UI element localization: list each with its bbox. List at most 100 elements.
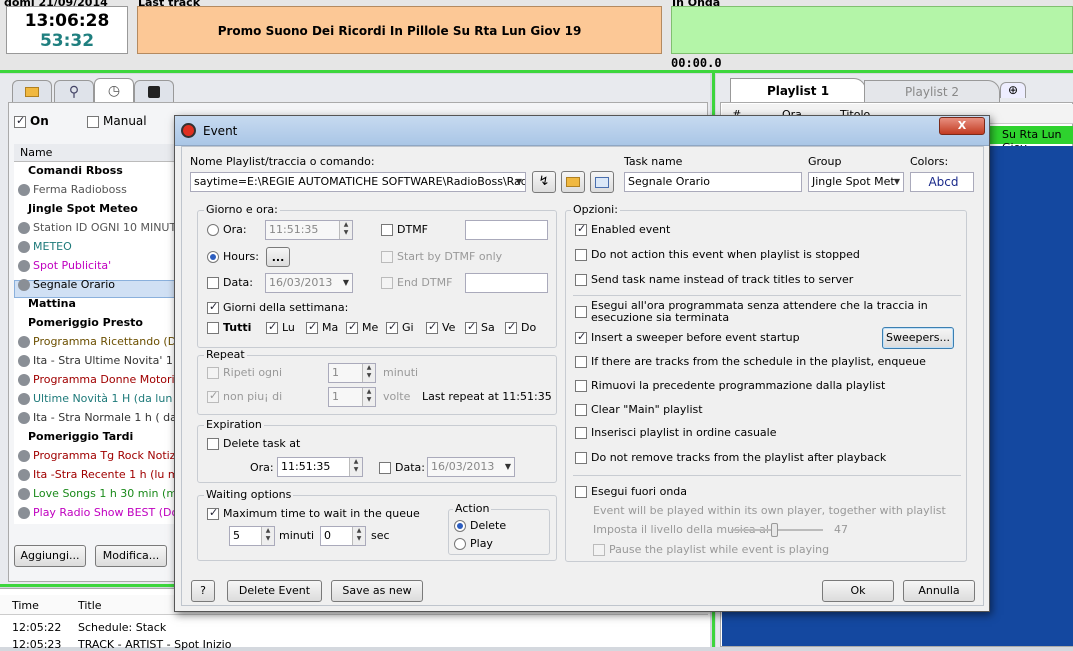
ok-button[interactable]: Ok [822,580,894,602]
day-checkbox-gi[interactable]: Gi [386,320,414,334]
close-button[interactable]: X [939,117,985,135]
time-column-header[interactable]: Time [12,599,39,612]
day-checkbox-do[interactable]: Do [505,320,536,334]
list-item[interactable]: Programma Donne Motori (Lu [18,373,194,386]
remove-previous-checkbox[interactable]: Rimuovi la precedente programmazione dal… [575,379,885,392]
day-checkbox-sa[interactable]: Sa [465,320,495,334]
list-item[interactable]: Ita - Stra Ultime Novita' 1 h [18,354,183,367]
expiration-data-checkbox[interactable]: Data: [379,461,425,474]
ora-radio[interactable]: Ora: [207,223,247,236]
save-as-new-button[interactable]: Save as new [331,580,423,602]
data-date-select[interactable]: 16/03/2013 ▼ [265,273,353,293]
day-checkbox-lu[interactable]: Lu [266,320,295,334]
add-playlist-tab[interactable]: ⊕ [1000,82,1026,98]
dtmf-checkbox[interactable]: DTMF [381,223,428,236]
list-item[interactable]: Spot Publicita' [18,259,111,272]
wait-seconds-input[interactable]: 0 ▲ ▼ [320,526,366,546]
list-group-header[interactable]: Jingle Spot Meteo [28,202,138,215]
no-more-than-checkbox[interactable]: non piu¡ di [207,389,282,403]
all-days-checkbox[interactable]: Tutti [207,321,251,334]
dtmf-input[interactable] [465,220,548,240]
off-air-checkbox[interactable]: Esegui fuori onda [575,485,687,498]
wait-minutes-input[interactable]: 5 ▲ ▼ [229,526,275,546]
list-item[interactable]: Station ID OGNI 10 MINUTI [18,221,179,234]
cancel-button[interactable]: Annulla [903,580,975,602]
play-radio[interactable]: Play [454,537,493,550]
list-item[interactable]: Programma Tg Rock Notizie [18,449,185,462]
expiration-time-input[interactable]: 11:51:35 ▲ ▼ [277,457,363,477]
tab-folder[interactable] [12,80,52,102]
repeat-every-input[interactable]: 1 ▲ ▼ [328,363,376,383]
music-level-slider[interactable] [771,523,779,537]
max-wait-checkbox[interactable]: Maximum time to wait in the queue [207,506,420,520]
manual-checkbox[interactable]: Manual [87,114,147,128]
tab-playlist-1[interactable]: Playlist 1 [730,78,866,102]
edit-button[interactable]: Modifica... [95,545,167,567]
on-checkbox[interactable]: On [14,114,49,128]
playlist-command-combo[interactable]: saytime=E:\REGIE AUTOMATICHE SOFTWARE\Ra… [190,172,526,192]
spin-arrows-icon[interactable]: ▲ ▼ [362,388,375,406]
random-order-checkbox[interactable]: Inserisci playlist in ordine casuale [575,426,776,439]
list-group-header[interactable]: Pomeriggio Presto [28,316,143,329]
list-item[interactable]: Ita - Stra Normale 1 h ( da lu [18,411,190,424]
tab-search[interactable]: ⚲ [54,80,94,102]
name-column-header[interactable]: Name [14,144,194,162]
delete-radio[interactable]: Delete [454,519,506,532]
day-checkbox-ve[interactable]: Ve [426,320,455,334]
spin-arrows-icon[interactable]: ▲ ▼ [339,221,352,239]
list-item[interactable]: METEO [18,240,72,253]
list-item[interactable]: Ultime Novità 1 H (da lun a [18,392,183,405]
tab-scheduler[interactable]: ◷ [94,78,134,103]
add-button[interactable]: Aggiungi... [14,545,86,567]
list-item[interactable]: Programma Ricettando (Dom [18,335,194,348]
end-dtmf-input[interactable] [465,273,548,293]
data-checkbox[interactable]: Data: [207,276,253,289]
do-not-remove-checkbox[interactable]: Do not remove tracks from the playlist a… [575,451,886,464]
delete-task-checkbox[interactable]: Delete task at [207,437,300,450]
list-item[interactable]: Play Radio Show BEST (Dom) [18,506,193,519]
help-button[interactable]: ? [191,580,215,602]
ora-time-input[interactable]: 11:51:35 ▲ ▼ [265,220,353,240]
tab-cart[interactable] [134,80,174,102]
repeat-every-checkbox[interactable]: Ripeti ogni [207,366,282,379]
start-dtmf-checkbox[interactable]: Start by DTMF only [381,250,502,263]
spin-arrows-icon[interactable]: ▲ ▼ [362,364,375,382]
list-item[interactable]: Segnale Orario [18,278,115,291]
delete-event-button[interactable]: Delete Event [227,580,322,602]
hours-radio[interactable]: Hours: [207,250,259,263]
sweepers-button[interactable]: Sweepers... [882,327,954,349]
enqueue-schedule-checkbox[interactable]: If there are tracks from the schedule in… [575,355,926,368]
list-item[interactable]: Ferma Radioboss [18,183,127,196]
colors-preview[interactable]: Abcd [910,172,974,192]
no-action-stopped-checkbox[interactable]: Do not action this event when playlist i… [575,248,860,261]
list-group-header[interactable]: Comandi Rboss [28,164,123,177]
tab-playlist-2[interactable]: Playlist 2 [864,80,1000,102]
day-checkbox-ma[interactable]: Ma [306,320,338,334]
list-item-label: Pomeriggio Tardi [28,430,134,443]
spin-arrows-icon[interactable]: ▲ ▼ [352,527,365,545]
hours-picker-button[interactable]: ... [266,247,290,267]
list-button[interactable] [590,171,614,193]
list-group-header[interactable]: Pomeriggio Tardi [28,430,133,443]
day-checkbox-me[interactable]: Me [346,320,378,334]
weekdays-checkbox[interactable]: Giorni della settimana: [207,300,348,314]
task-name-input[interactable]: Segnale Orario [624,172,802,192]
run-immediately-checkbox[interactable]: Esegui all'ora programmata senza attende… [575,300,965,324]
end-dtmf-checkbox[interactable]: End DTMF [381,276,452,289]
pause-playlist-checkbox[interactable]: Pause the playlist while event is playin… [593,543,829,556]
title-column-header[interactable]: Title [78,599,102,612]
browse-folder-button[interactable] [561,171,585,193]
list-item[interactable]: Ita -Stra Recente 1 h (lu mer [18,468,190,481]
insert-sweeper-checkbox[interactable]: Insert a sweeper before event startup [575,330,800,344]
expiration-date-select[interactable]: 16/03/2013 ▼ [427,457,515,477]
enabled-event-checkbox[interactable]: Enabled event [575,222,670,236]
clear-main-checkbox[interactable]: Clear "Main" playlist [575,403,703,416]
spin-arrows-icon[interactable]: ▲ ▼ [349,458,362,476]
list-item[interactable]: Love Songs 1 h 30 min (mar [18,487,188,500]
send-task-name-checkbox[interactable]: Send task name instead of track titles t… [575,273,853,286]
list-group-header[interactable]: Mattina [28,297,76,310]
command-button[interactable]: ↯ [532,171,556,193]
spin-arrows-icon[interactable]: ▲ ▼ [261,527,274,545]
group-select[interactable]: Jingle Spot Met ▼ [808,172,904,192]
no-more-than-input[interactable]: 1 ▲ ▼ [328,387,376,407]
